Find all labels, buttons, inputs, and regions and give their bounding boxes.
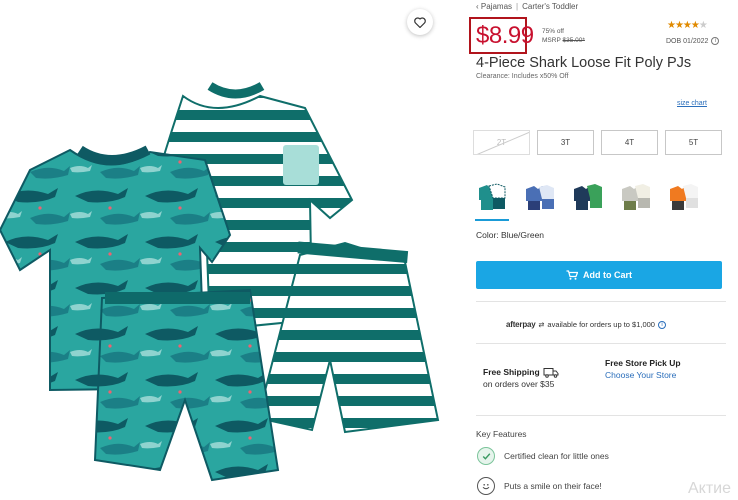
add-to-cart-button[interactable]: Add to Cart [476,261,722,289]
afterpay-logo: afterpay [506,320,536,329]
breadcrumb-carters-toddler[interactable]: Carter's Toddler [522,2,578,11]
shark-shorts [93,288,280,482]
divider [476,343,726,344]
choose-store-link[interactable]: Choose Your Store [605,369,681,381]
star-rating[interactable]: ★★★★★ [667,20,708,31]
size-selector: 2T 3T 4T 5T [473,130,722,155]
info-icon[interactable]: i [711,37,720,45]
divider [476,415,726,416]
swatch-blue-image [526,185,554,210]
swatch-blue[interactable] [521,178,559,216]
product-info: ‹ Pajamas | Carter's Toddler $8.99 75% off… [469,0,726,500]
dob-info: DOB 01/2022 i [666,37,720,45]
key-feature-text: Certified clean for little ones [504,451,609,461]
smile-icon [477,477,495,495]
leaf-check-icon [477,447,495,465]
cart-icon [566,270,578,280]
size-chart-link[interactable]: size chart [677,100,707,107]
breadcrumb: ‹ Pajamas | Carter's Toddler [476,2,579,11]
afterpay-text: available for orders up to $1,000 [547,320,655,329]
discount-label: 75% off [542,28,564,35]
sale-price: $8.99 [476,22,534,49]
swatch-navy[interactable] [569,178,607,216]
price-meta: 75% off MSRP $35.00* [542,27,585,45]
store-pickup-title: Free Store Pick Up [605,358,681,368]
key-feature-item: Certified clean for little ones [477,447,609,465]
size-option-4t[interactable]: 4T [601,130,658,155]
free-shipping-block: Free Shipping on orders over $35 [483,366,559,390]
swatch-orange[interactable] [665,178,703,216]
swatch-grey[interactable] [617,178,655,216]
free-shipping-detail: on orders over $35 [483,379,555,389]
wishlist-button[interactable] [407,9,433,35]
add-to-cart-label: Add to Cart [583,270,632,280]
msrp-value: $35.00* [562,37,585,44]
key-features-title: Key Features [476,429,527,439]
key-feature-item: Puts a smile on their face! [477,477,602,495]
size-option-5t[interactable]: 5T [665,130,722,155]
swatch-blue-green[interactable] [473,178,511,221]
swatch-navy-image [574,184,602,210]
os-activation-watermark: Актие [688,480,732,497]
clearance-note: Clearance: Includes x50% Off [476,73,569,80]
divider [476,301,726,302]
afterpay-note: afterpay ⇄ available for orders up to $1… [506,320,666,329]
dob-label: DOB 01/2022 [666,37,709,45]
store-pickup-block: Free Store Pick Up Choose Your Store [605,357,681,381]
swatch-orange-image [670,184,698,210]
msrp-label: MSRP [542,37,561,44]
free-shipping-title: Free Shipping [483,367,540,377]
afterpay-arrows-icon: ⇄ [538,321,545,329]
truck-icon [543,367,559,378]
product-title: 4-Piece Shark Loose Fit Poly PJs [476,55,692,71]
swatch-blue-green-image [479,183,506,210]
product-image[interactable] [0,0,452,500]
color-swatches [473,178,703,221]
key-feature-text: Puts a smile on their face! [504,481,602,491]
afterpay-info-icon[interactable]: i [657,320,666,329]
heart-icon [414,16,426,28]
breadcrumb-pajamas[interactable]: ‹ Pajamas [476,2,512,11]
size-option-2t[interactable]: 2T [473,130,530,155]
product-image-area [0,0,452,500]
swatch-grey-image [622,184,650,210]
selected-color-label: Color: Blue/Green [476,230,545,240]
size-option-3t[interactable]: 3T [537,130,594,155]
